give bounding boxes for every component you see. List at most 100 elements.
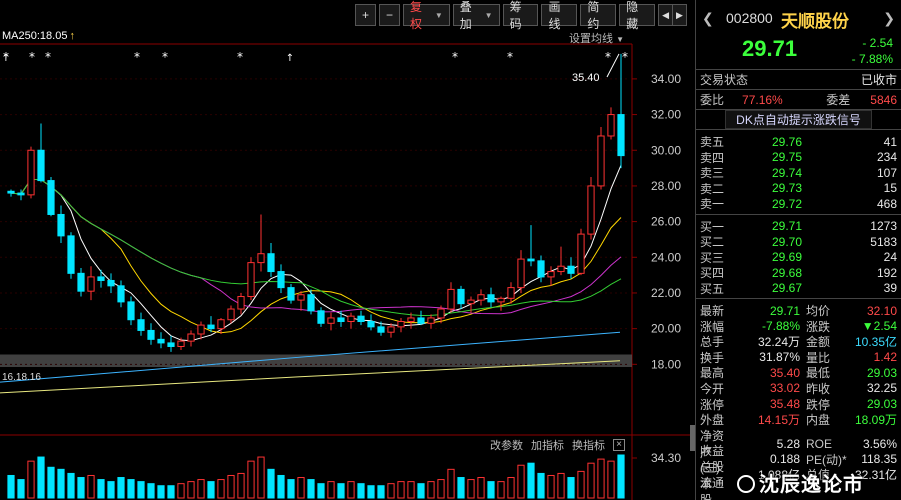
candle-body: [367, 321, 375, 328]
volume-bar: [77, 477, 85, 499]
order-level: 卖三: [700, 166, 725, 180]
order-level: 买四: [700, 266, 725, 280]
order-level: 卖四: [700, 150, 725, 165]
volume-bar: [217, 479, 225, 499]
ma-settings-button[interactable]: 设置均线 ▼: [569, 30, 624, 46]
volume-tick-label: 34.30: [651, 451, 681, 465]
next-stock-icon[interactable]: ❯: [883, 10, 895, 27]
candle-body: [167, 342, 175, 347]
volume-bar: [207, 481, 215, 499]
diejia-button[interactable]: 叠加 ▼: [452, 0, 500, 31]
candle-body: [107, 279, 115, 287]
volume-bar: [617, 454, 625, 499]
sell-order-row[interactable]: 卖五 29.76 41: [696, 133, 901, 150]
sell-order-row[interactable]: 卖三 29.74 107: [696, 164, 901, 181]
huaxian-button[interactable]: 画线: [541, 0, 578, 31]
buy-order-row[interactable]: 买三 29.69 24: [696, 249, 901, 265]
quote-label: 跌停: [806, 397, 831, 412]
quote-row: 最新 29.71 均价 32.10: [696, 302, 901, 319]
watermark: 沈辰逸论市: [737, 468, 864, 497]
order-price: 29.73: [771, 181, 802, 195]
volume-bar: [127, 479, 135, 499]
candle-body: [417, 317, 425, 324]
volume-bar: [147, 483, 155, 499]
volume-bar: [597, 458, 605, 499]
quote-label: PE(动)*: [806, 452, 847, 467]
volume-bar: [607, 460, 615, 499]
order-level: 卖二: [700, 181, 725, 196]
zoom-out-button[interactable]: −: [379, 4, 401, 26]
next-arrow-icon[interactable]: ▶: [672, 4, 687, 26]
buy-order-row[interactable]: 买五 29.67 39: [696, 280, 901, 296]
fuquan-button[interactable]: 复权 ▼: [403, 0, 450, 31]
buy-order-row[interactable]: 买二 29.70 5183: [696, 233, 901, 250]
prev-stock-icon[interactable]: ❮: [702, 10, 714, 27]
add-indicator-button[interactable]: 加指标: [531, 437, 564, 453]
order-volume: 468: [876, 196, 897, 211]
kline-chart-svg[interactable]: 34.00 32.00 30.00 28.00 26.00 24.00 22.00 20.00…: [0, 0, 690, 500]
kline-chart-area[interactable]: 34.00 32.00 30.00 28.00 26.00 24.00 22.00 20.00…: [0, 0, 690, 500]
prev-arrow-icon[interactable]: ◀: [658, 4, 673, 26]
order-volume: 39: [883, 281, 897, 295]
volume-bar: [427, 481, 435, 499]
order-price: 29.68: [771, 265, 802, 280]
order-volume: 107: [876, 165, 897, 180]
price-tick-label: 30.00: [651, 143, 681, 157]
candle-body: [317, 310, 325, 324]
volume-bar: [97, 479, 105, 499]
quote-row: 外盘 14.15万 内盘 18.09万: [696, 411, 901, 427]
weibi-label: 委比: [700, 93, 725, 107]
order-price: 29.75: [771, 150, 802, 164]
price-tick-label: 28.00: [651, 179, 681, 193]
volume-bar: [47, 466, 55, 499]
close-icon[interactable]: ×: [613, 439, 625, 451]
price-tick-label: 32.00: [651, 108, 681, 122]
order-price: 29.74: [771, 165, 802, 180]
volume-bar: [297, 477, 305, 499]
jianyue-button[interactable]: 简约: [580, 0, 617, 31]
volume-bar: [487, 481, 495, 499]
signal-star-icon: *: [237, 50, 243, 64]
order-level: 卖五: [700, 135, 725, 149]
volume-bar: [137, 481, 145, 499]
volume-bar: [537, 472, 545, 499]
candle-body: [517, 258, 525, 289]
signal-star-icon: *: [162, 50, 168, 64]
buy-order-row[interactable]: 买四 29.68 192: [696, 264, 901, 281]
quote-label: 外盘: [700, 413, 725, 428]
candle-body: [407, 317, 415, 323]
volume-bar: [117, 477, 125, 499]
sell-order-row[interactable]: 卖二 29.73 15: [696, 180, 901, 196]
quote-label: 内盘: [806, 413, 831, 428]
candle-body: [507, 287, 515, 299]
candle-body: [277, 271, 285, 289]
buy-order-row[interactable]: 买一 29.71 1273: [696, 218, 901, 234]
yincang-button[interactable]: 隐藏: [619, 0, 656, 31]
sell-order-row[interactable]: 卖四 29.75 234: [696, 149, 901, 165]
switch-indicator-button[interactable]: 换指标: [572, 437, 605, 453]
quote-value: 29.71: [769, 303, 800, 318]
dk-signal-link[interactable]: DK点自动提示涨跌信号: [725, 110, 872, 129]
volume-bar: [187, 481, 195, 499]
edit-params-button[interactable]: 改参数: [490, 437, 523, 453]
volume-bar: [497, 481, 505, 499]
quote-value: 5.28: [776, 436, 800, 451]
price-tick-label: 18.00: [651, 357, 681, 371]
candle-body: [37, 149, 45, 182]
stock-code: 002800: [726, 10, 773, 26]
candle-body: [227, 308, 235, 321]
quote-value: 118.35: [861, 452, 897, 467]
quote-row: 涨幅 -7.88% 涨跌 ▼2.54: [696, 318, 901, 334]
order-price: 29.71: [771, 219, 802, 233]
quote-label: 最新: [700, 304, 725, 318]
weibi-row: 委比 77.16% 委差 5846: [696, 90, 901, 110]
quote-grid: 最新 29.71 均价 32.10 涨幅 -7.88% 涨跌 ▼2.54 总手 32.24万 金额 1…: [696, 299, 901, 500]
volume-bar: [157, 485, 165, 499]
sell-order-row[interactable]: 卖一 29.72 468: [696, 195, 901, 212]
zoom-in-button[interactable]: +: [355, 4, 377, 26]
volume-bar: [557, 472, 565, 499]
volume-bar: [347, 481, 355, 499]
chouma-button[interactable]: 筹码: [502, 0, 539, 31]
ma250-label: MA250:18.05 ↑: [2, 30, 75, 42]
chart-toolbar: + − 复权 ▼ 叠加 ▼ 筹码 画线 简约 隐藏 ◀ ▶: [355, 0, 690, 31]
